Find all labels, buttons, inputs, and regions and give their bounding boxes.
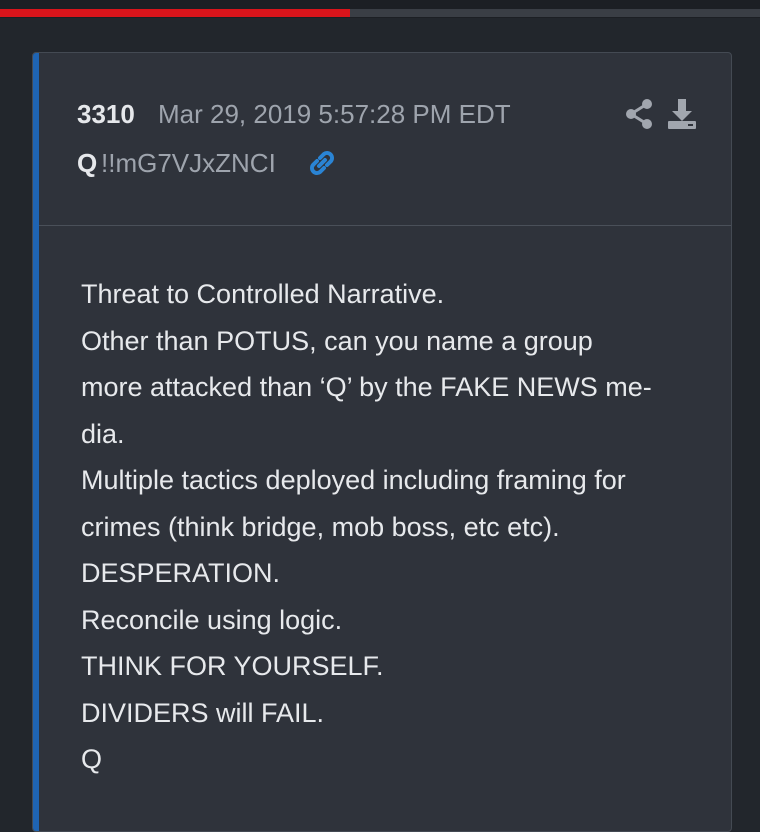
share-icon[interactable] — [624, 98, 654, 130]
post-body-line: crimes (think bridge, mob boss, etc etc)… — [81, 511, 560, 542]
post-body-line: dia. — [81, 418, 125, 449]
post-timestamp: Mar 29, 2019 5:57:28 PM EDT — [158, 99, 511, 129]
post-tripcode: !!mG7VJxZNCI — [101, 148, 276, 178]
top-bar — [0, 0, 760, 18]
post-body-line: Q — [81, 744, 103, 774]
reading-progress-bar — [0, 9, 760, 17]
post-body-line: Reconcile using logic. — [81, 604, 343, 635]
post-body-line: Multiple tactics deployed including fram… — [81, 465, 626, 495]
post-card: 3310 Mar 29, 2019 5:57:28 PM EDT Q !!mG7… — [32, 52, 732, 832]
post-number: 3310 — [77, 99, 135, 129]
post-header: 3310 Mar 29, 2019 5:57:28 PM EDT Q !!mG7… — [39, 53, 731, 226]
reading-progress-fill — [0, 9, 350, 17]
post-body-line: DESPERATION. — [81, 558, 281, 588]
post-body-line: more attacked than ‘Q’ by the FAKE NEWS … — [81, 372, 652, 402]
post-body-line: DIVIDERS will FAIL. — [81, 697, 325, 728]
post-author: Q — [77, 148, 98, 178]
post-body-line: Other than POTUS, can you name a group — [81, 325, 593, 356]
download-icon[interactable] — [666, 97, 698, 131]
link-icon[interactable] — [306, 147, 338, 179]
post-body: Threat to Controlled Narrative. Other tha… — [81, 271, 711, 783]
post-body-line: THINK FOR YOURSELF. — [81, 651, 384, 681]
post-body-line: Threat to Controlled Narrative. — [81, 279, 445, 309]
